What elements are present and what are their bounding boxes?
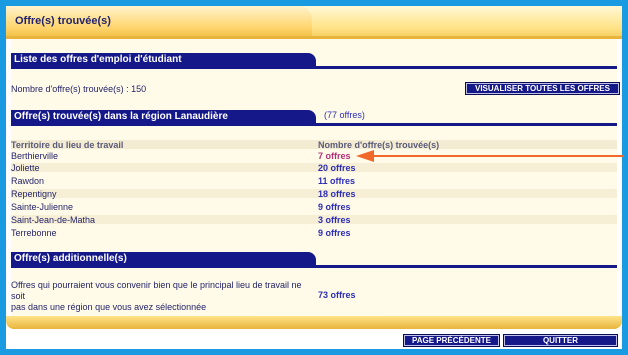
annotation-arrow-icon: [356, 150, 624, 162]
